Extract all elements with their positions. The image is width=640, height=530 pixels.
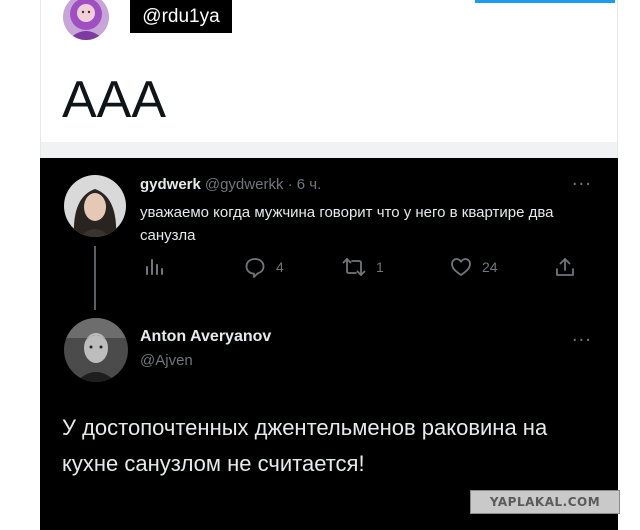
username-handle[interactable]: @rdu1ya <box>130 0 232 33</box>
like-heart-icon <box>450 256 472 278</box>
share-icon <box>554 256 576 278</box>
tweet-text: У достопочтенных джентельменов раковина … <box>62 415 548 476</box>
top-tweet-card: @rdu1ya AAA <box>40 0 618 142</box>
thread-connector <box>94 246 96 310</box>
author-name[interactable]: Anton Averyanov <box>140 328 271 346</box>
analytics-icon <box>144 256 164 276</box>
avatar[interactable] <box>64 175 126 237</box>
retweet-count: 1 <box>376 259 384 275</box>
like-count: 24 <box>482 259 498 275</box>
tweet-header: gydwerk @gydwerkk · 6 ч. <box>140 176 321 193</box>
tweet-actions: 4 1 24 <box>140 256 590 282</box>
reply-count: 4 <box>276 259 284 275</box>
share-button[interactable] <box>554 256 576 278</box>
watermark: YAPLAKAL.COM <box>470 490 620 514</box>
tweet-text: AAA <box>62 71 167 129</box>
divider <box>40 142 618 158</box>
avatar[interactable] <box>64 318 128 382</box>
author-handle[interactable]: @Ajven <box>140 352 193 369</box>
more-dots-icon[interactable]: ··· <box>572 332 592 350</box>
more-dots-icon[interactable]: ··· <box>572 176 592 194</box>
reply-button[interactable]: 4 <box>244 256 284 278</box>
tweet-text: уважаемо когда мужчина говорит что у нег… <box>140 204 554 244</box>
analytics-button[interactable] <box>144 256 164 276</box>
avatar[interactable] <box>63 0 109 40</box>
like-button[interactable]: 24 <box>450 256 498 278</box>
author-name[interactable]: gydwerk <box>140 176 201 193</box>
dark-thread: gydwerk @gydwerkk · 6 ч. ··· уважаемо ког… <box>40 158 618 530</box>
author-meta: @gydwerkk · 6 ч. <box>204 176 322 193</box>
retweet-icon <box>342 256 366 278</box>
retweet-button[interactable]: 1 <box>342 256 384 278</box>
accent-bar <box>475 0 615 3</box>
reply-icon <box>244 256 266 278</box>
